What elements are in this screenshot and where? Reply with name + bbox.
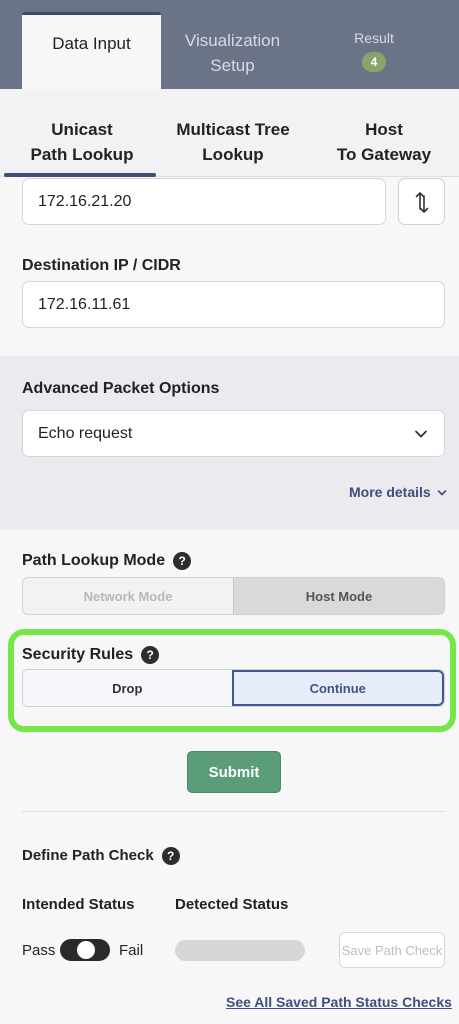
section-divider	[22, 811, 445, 812]
tab-data-input-label: Data Input	[52, 34, 131, 53]
tab-visualization-label-2: Setup	[210, 56, 255, 75]
tab-visualization-setup[interactable]: Visualization Setup	[170, 28, 295, 78]
tab-unicast-path-lookup[interactable]: Unicast Path Lookup	[20, 117, 144, 167]
path-check-title-row: Define Path Check?	[22, 847, 180, 866]
tab-host-label-2: To Gateway	[336, 145, 432, 164]
swap-arrows-icon	[415, 192, 429, 213]
tab-data-input[interactable]: Data Input	[22, 12, 161, 89]
help-icon[interactable]: ?	[161, 847, 180, 866]
chevron-down-icon	[415, 430, 427, 438]
detected-status-label: Detected Status	[175, 896, 289, 913]
help-icon[interactable]: ?	[173, 552, 192, 570]
submit-button[interactable]: Submit	[187, 751, 281, 793]
chevron-down-icon	[437, 490, 446, 496]
active-tab-indicator	[4, 173, 156, 177]
source-ip-input[interactable]: 172.16.21.20	[22, 178, 386, 225]
tab-result[interactable]: Result 4	[330, 28, 418, 72]
swap-ip-button[interactable]	[398, 178, 445, 225]
lookup-type-tabs: Unicast Path Lookup Multicast Tree Looku…	[0, 89, 459, 177]
advanced-options-label: Advanced Packet Options	[22, 380, 220, 397]
destination-ip-value: 172.16.11.61	[38, 295, 131, 313]
path-mode-toggle: Network Mode Host Mode	[22, 577, 445, 615]
network-mode-option[interactable]: Network Mode	[23, 578, 233, 614]
tab-result-label: Result	[354, 30, 394, 46]
tab-multicast-label-1: Multicast Tree	[176, 120, 290, 139]
toggle-knob	[77, 941, 95, 959]
path-mode-label-row: Path Lookup Mode?	[22, 552, 192, 570]
intended-status-toggle[interactable]	[60, 939, 110, 961]
save-path-check-button[interactable]: Save Path Check	[339, 932, 445, 968]
result-count-badge: 4	[362, 52, 386, 72]
more-details-label: More details	[349, 484, 431, 500]
intended-status-label: Intended Status	[22, 896, 135, 913]
pass-label: Pass	[22, 942, 56, 959]
more-details-link[interactable]: More details	[349, 484, 447, 500]
tab-host-to-gateway[interactable]: Host To Gateway	[320, 117, 448, 167]
tab-multicast-label-2: Lookup	[202, 145, 264, 164]
path-check-title: Define Path Check	[22, 847, 154, 864]
tab-multicast-tree-lookup[interactable]: Multicast Tree Lookup	[168, 117, 298, 167]
tab-visualization-label-1: Visualization	[184, 31, 281, 50]
security-label-row: Security Rules?	[22, 646, 160, 664]
security-rules-label: Security Rules	[22, 646, 134, 664]
fail-label: Fail	[119, 942, 144, 959]
path-mode-label: Path Lookup Mode	[22, 552, 166, 570]
advanced-options-select[interactable]: Echo request	[22, 410, 445, 457]
security-rules-toggle: Drop Continue	[22, 669, 445, 707]
continue-option[interactable]: Continue	[231, 670, 444, 706]
tab-unicast-label-2: Path Lookup	[30, 145, 134, 164]
drop-option[interactable]: Drop	[23, 670, 232, 706]
top-tab-bar: Data Input Visualization Setup Result 4	[0, 0, 459, 89]
tab-unicast-label-1: Unicast	[51, 120, 113, 139]
help-icon[interactable]: ?	[141, 646, 160, 664]
host-mode-option[interactable]: Host Mode	[233, 578, 444, 614]
advanced-options-value: Echo request	[38, 424, 133, 442]
destination-label: Destination IP / CIDR	[22, 257, 181, 274]
see-all-checks-link[interactable]: See All Saved Path Status Checks	[226, 994, 452, 1010]
destination-ip-input[interactable]: 172.16.11.61	[22, 281, 445, 328]
detected-status-indicator	[175, 940, 305, 961]
tab-host-label-1: Host	[365, 120, 403, 139]
source-ip-value: 172.16.21.20	[38, 192, 132, 210]
